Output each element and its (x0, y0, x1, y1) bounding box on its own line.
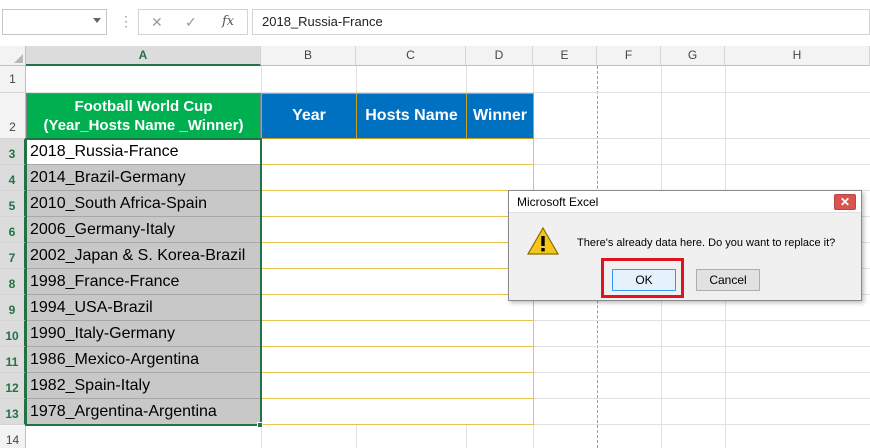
fill-handle[interactable] (257, 422, 263, 428)
cell-c6[interactable] (356, 217, 467, 243)
cell-d10[interactable] (466, 321, 534, 347)
chevron-down-icon[interactable] (93, 18, 101, 23)
cell-d4[interactable] (466, 165, 534, 191)
cell-b3[interactable] (261, 139, 357, 165)
cell-d12[interactable] (466, 373, 534, 399)
cell-b6[interactable] (261, 217, 357, 243)
cell-c12[interactable] (356, 373, 467, 399)
dialog-body: There's already data here. Do you want t… (509, 213, 861, 300)
more-options-icon: ⋮ (119, 13, 133, 29)
select-all-button[interactable] (0, 46, 26, 66)
header-a-line2: (Year_Hosts Name _Winner) (43, 117, 244, 134)
cell-b11[interactable] (261, 347, 357, 373)
cell-a5[interactable]: 2010_South Africa-Spain (26, 191, 261, 217)
row-header-12[interactable]: 12 (0, 373, 26, 399)
row-header-7[interactable]: 7 (0, 243, 26, 269)
name-box[interactable] (2, 9, 107, 35)
cell-b7[interactable] (261, 243, 357, 269)
row-header-9[interactable]: 9 (0, 295, 26, 321)
cancel-icon[interactable]: ✕ (151, 13, 163, 31)
cell-a12[interactable]: 1982_Spain-Italy (26, 373, 261, 399)
cell-a4[interactable]: 2014_Brazil-Germany (26, 165, 261, 191)
cell-a7[interactable]: 2002_Japan & S. Korea-Brazil (26, 243, 261, 269)
dialog-titlebar[interactable]: Microsoft Excel ✕ (509, 191, 861, 213)
header-cell-winner[interactable]: Winner (466, 93, 534, 139)
cell-a9[interactable]: 1994_USA-Brazil (26, 295, 261, 321)
cell-c7[interactable] (356, 243, 467, 269)
cell-b13[interactable] (261, 399, 357, 425)
cell-a10[interactable]: 1990_Italy-Germany (26, 321, 261, 347)
close-icon: ✕ (839, 195, 851, 209)
column-header-a[interactable]: A (26, 46, 261, 66)
select-all-icon (14, 54, 23, 63)
header-cell-year[interactable]: Year (261, 93, 357, 139)
cell-c8[interactable] (356, 269, 467, 295)
cell-c13[interactable] (356, 399, 467, 425)
cell-c9[interactable] (356, 295, 467, 321)
close-button[interactable]: ✕ (834, 194, 856, 210)
cell-b12[interactable] (261, 373, 357, 399)
check-icon[interactable]: ✓ (185, 13, 197, 31)
cell-c10[interactable] (356, 321, 467, 347)
formula-input[interactable]: 2018_Russia-France (252, 9, 870, 35)
row-header-5[interactable]: 5 (0, 191, 26, 217)
cell-a3[interactable]: 2018_Russia-France (26, 139, 261, 165)
cell-d11[interactable] (466, 347, 534, 373)
row-header-3[interactable]: 3 (0, 139, 26, 165)
cell-b9[interactable] (261, 295, 357, 321)
row-header-13[interactable]: 13 (0, 399, 26, 425)
column-header-g[interactable]: G (661, 46, 725, 66)
formula-controls: ✕ ✓ fx (138, 9, 248, 35)
replace-data-dialog: Microsoft Excel ✕ There's already data h… (508, 190, 862, 301)
column-header-b[interactable]: B (261, 46, 356, 66)
cell-c5[interactable] (356, 191, 467, 217)
row-header-14[interactable]: 14 (0, 425, 26, 448)
row-header-6[interactable]: 6 (0, 217, 26, 243)
cell-c11[interactable] (356, 347, 467, 373)
dialog-message: There's already data here. Do you want t… (577, 237, 836, 249)
cancel-button[interactable]: Cancel (696, 269, 760, 291)
row-header-8[interactable]: 8 (0, 269, 26, 295)
header-a-text: Football World Cup (Year_Hosts Name _Win… (44, 97, 244, 135)
cell-a6[interactable]: 2006_Germany-Italy (26, 217, 261, 243)
row-header-2[interactable]: 2 (0, 93, 26, 139)
cell-a8[interactable]: 1998_France-France (26, 269, 261, 295)
formula-bar: ⋮ ✕ ✓ fx 2018_Russia-France (0, 0, 870, 46)
column-header-f[interactable]: F (597, 46, 661, 66)
column-header-d[interactable]: D (466, 46, 533, 66)
cell-c3[interactable] (356, 139, 467, 165)
fx-icon[interactable]: fx (222, 13, 234, 31)
header-cell-football-world-cup[interactable]: Football World Cup (Year_Hosts Name _Win… (26, 93, 261, 139)
header-cell-hosts-name[interactable]: Hosts Name (356, 93, 467, 139)
cell-b8[interactable] (261, 269, 357, 295)
ok-button[interactable]: OK (612, 269, 676, 291)
warning-icon (527, 227, 559, 255)
cell-b4[interactable] (261, 165, 357, 191)
dialog-title: Microsoft Excel (517, 195, 599, 209)
cell-a11[interactable]: 1986_Mexico-Argentina (26, 347, 261, 373)
header-a-line1: Football World Cup (74, 98, 213, 115)
cell-c4[interactable] (356, 165, 467, 191)
cell-d3[interactable] (466, 139, 534, 165)
row-header-4[interactable]: 4 (0, 165, 26, 191)
row-header-10[interactable]: 10 (0, 321, 26, 347)
column-header-h[interactable]: H (725, 46, 870, 66)
cell-d13[interactable] (466, 399, 534, 425)
row-header-1[interactable]: 1 (0, 66, 26, 93)
column-header-c[interactable]: C (356, 46, 466, 66)
cell-b5[interactable] (261, 191, 357, 217)
row-header-11[interactable]: 11 (0, 347, 26, 373)
cell-b10[interactable] (261, 321, 357, 347)
column-header-e[interactable]: E (533, 46, 597, 66)
cell-a13[interactable]: 1978_Argentina-Argentina (26, 399, 261, 425)
